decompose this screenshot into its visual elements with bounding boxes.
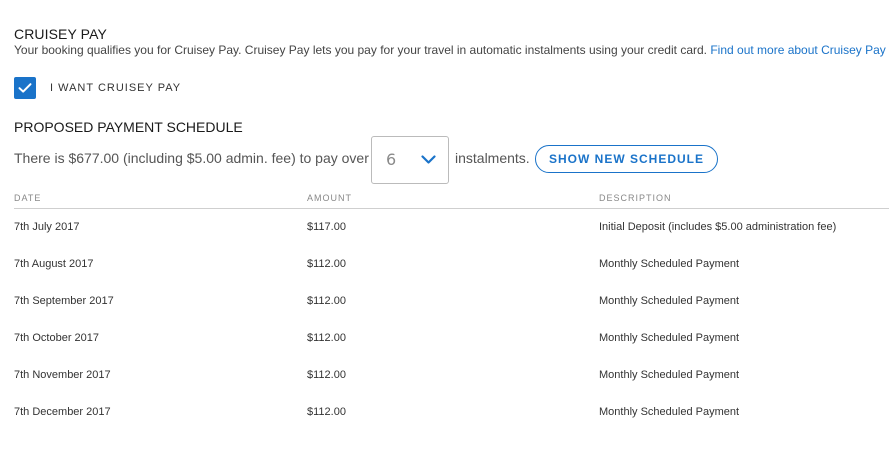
row-date: 7th November 2017 <box>14 369 111 381</box>
table-row: 7th September 2017 $112.00 Monthly Sched… <box>0 295 889 315</box>
row-date: 7th July 2017 <box>14 221 80 233</box>
row-description: Monthly Scheduled Payment <box>599 295 740 307</box>
row-date: 7th December 2017 <box>14 406 111 418</box>
schedule-summary-text: There is $677.00 (including $5.00 admin.… <box>14 150 369 166</box>
table-row: 7th December 2017 $112.00 Monthly Schedu… <box>0 406 889 426</box>
instalments-value: 6 <box>386 150 397 169</box>
row-date: 7th October 2017 <box>14 332 100 344</box>
section-title: CRUISEY PAY <box>14 26 107 42</box>
row-description: Monthly Scheduled Payment <box>599 258 740 270</box>
table-row: 7th October 2017 $112.00 Monthly Schedul… <box>0 332 889 352</box>
row-amount: $112.00 <box>307 295 346 307</box>
row-date: 7th August 2017 <box>14 258 94 270</box>
table-row: 7th November 2017 $112.00 Monthly Schedu… <box>0 369 889 389</box>
schedule-instalments-text: instalments. <box>455 150 530 166</box>
section-intro: Your booking qualifies you for Cruisey P… <box>14 43 886 57</box>
row-description: Monthly Scheduled Payment <box>599 406 740 418</box>
table-row: 7th July 2017 $117.00 Initial Deposit (i… <box>0 221 889 241</box>
row-description: Monthly Scheduled Payment <box>599 332 740 344</box>
cruisey-pay-checkbox-label[interactable]: I WANT CRUISEY PAY <box>50 82 181 94</box>
cruisey-pay-checkbox[interactable] <box>14 77 36 99</box>
row-amount: $117.00 <box>307 221 346 233</box>
table-header-divider <box>14 208 889 209</box>
row-date: 7th September 2017 <box>14 295 114 307</box>
show-new-schedule-button[interactable]: SHOW NEW SCHEDULE <box>535 145 718 173</box>
row-description: Monthly Scheduled Payment <box>599 369 740 381</box>
column-header-amount: AMOUNT <box>307 193 352 203</box>
find-out-more-link[interactable]: Find out more about Cruisey Pay <box>710 43 885 57</box>
instalments-select[interactable]: 6 <box>371 136 449 184</box>
row-amount: $112.00 <box>307 369 346 381</box>
row-amount: $112.00 <box>307 258 346 270</box>
row-description: Initial Deposit (includes $5.00 administ… <box>599 221 837 233</box>
table-row: 7th August 2017 $112.00 Monthly Schedule… <box>0 258 889 278</box>
chevron-down-icon <box>421 155 436 164</box>
intro-text: Your booking qualifies you for Cruisey P… <box>14 43 707 57</box>
row-amount: $112.00 <box>307 332 346 344</box>
column-header-date: DATE <box>14 193 42 203</box>
checkmark-icon <box>18 83 32 93</box>
row-amount: $112.00 <box>307 406 346 418</box>
column-header-description: DESCRIPTION <box>599 193 672 203</box>
schedule-title: PROPOSED PAYMENT SCHEDULE <box>14 119 243 135</box>
